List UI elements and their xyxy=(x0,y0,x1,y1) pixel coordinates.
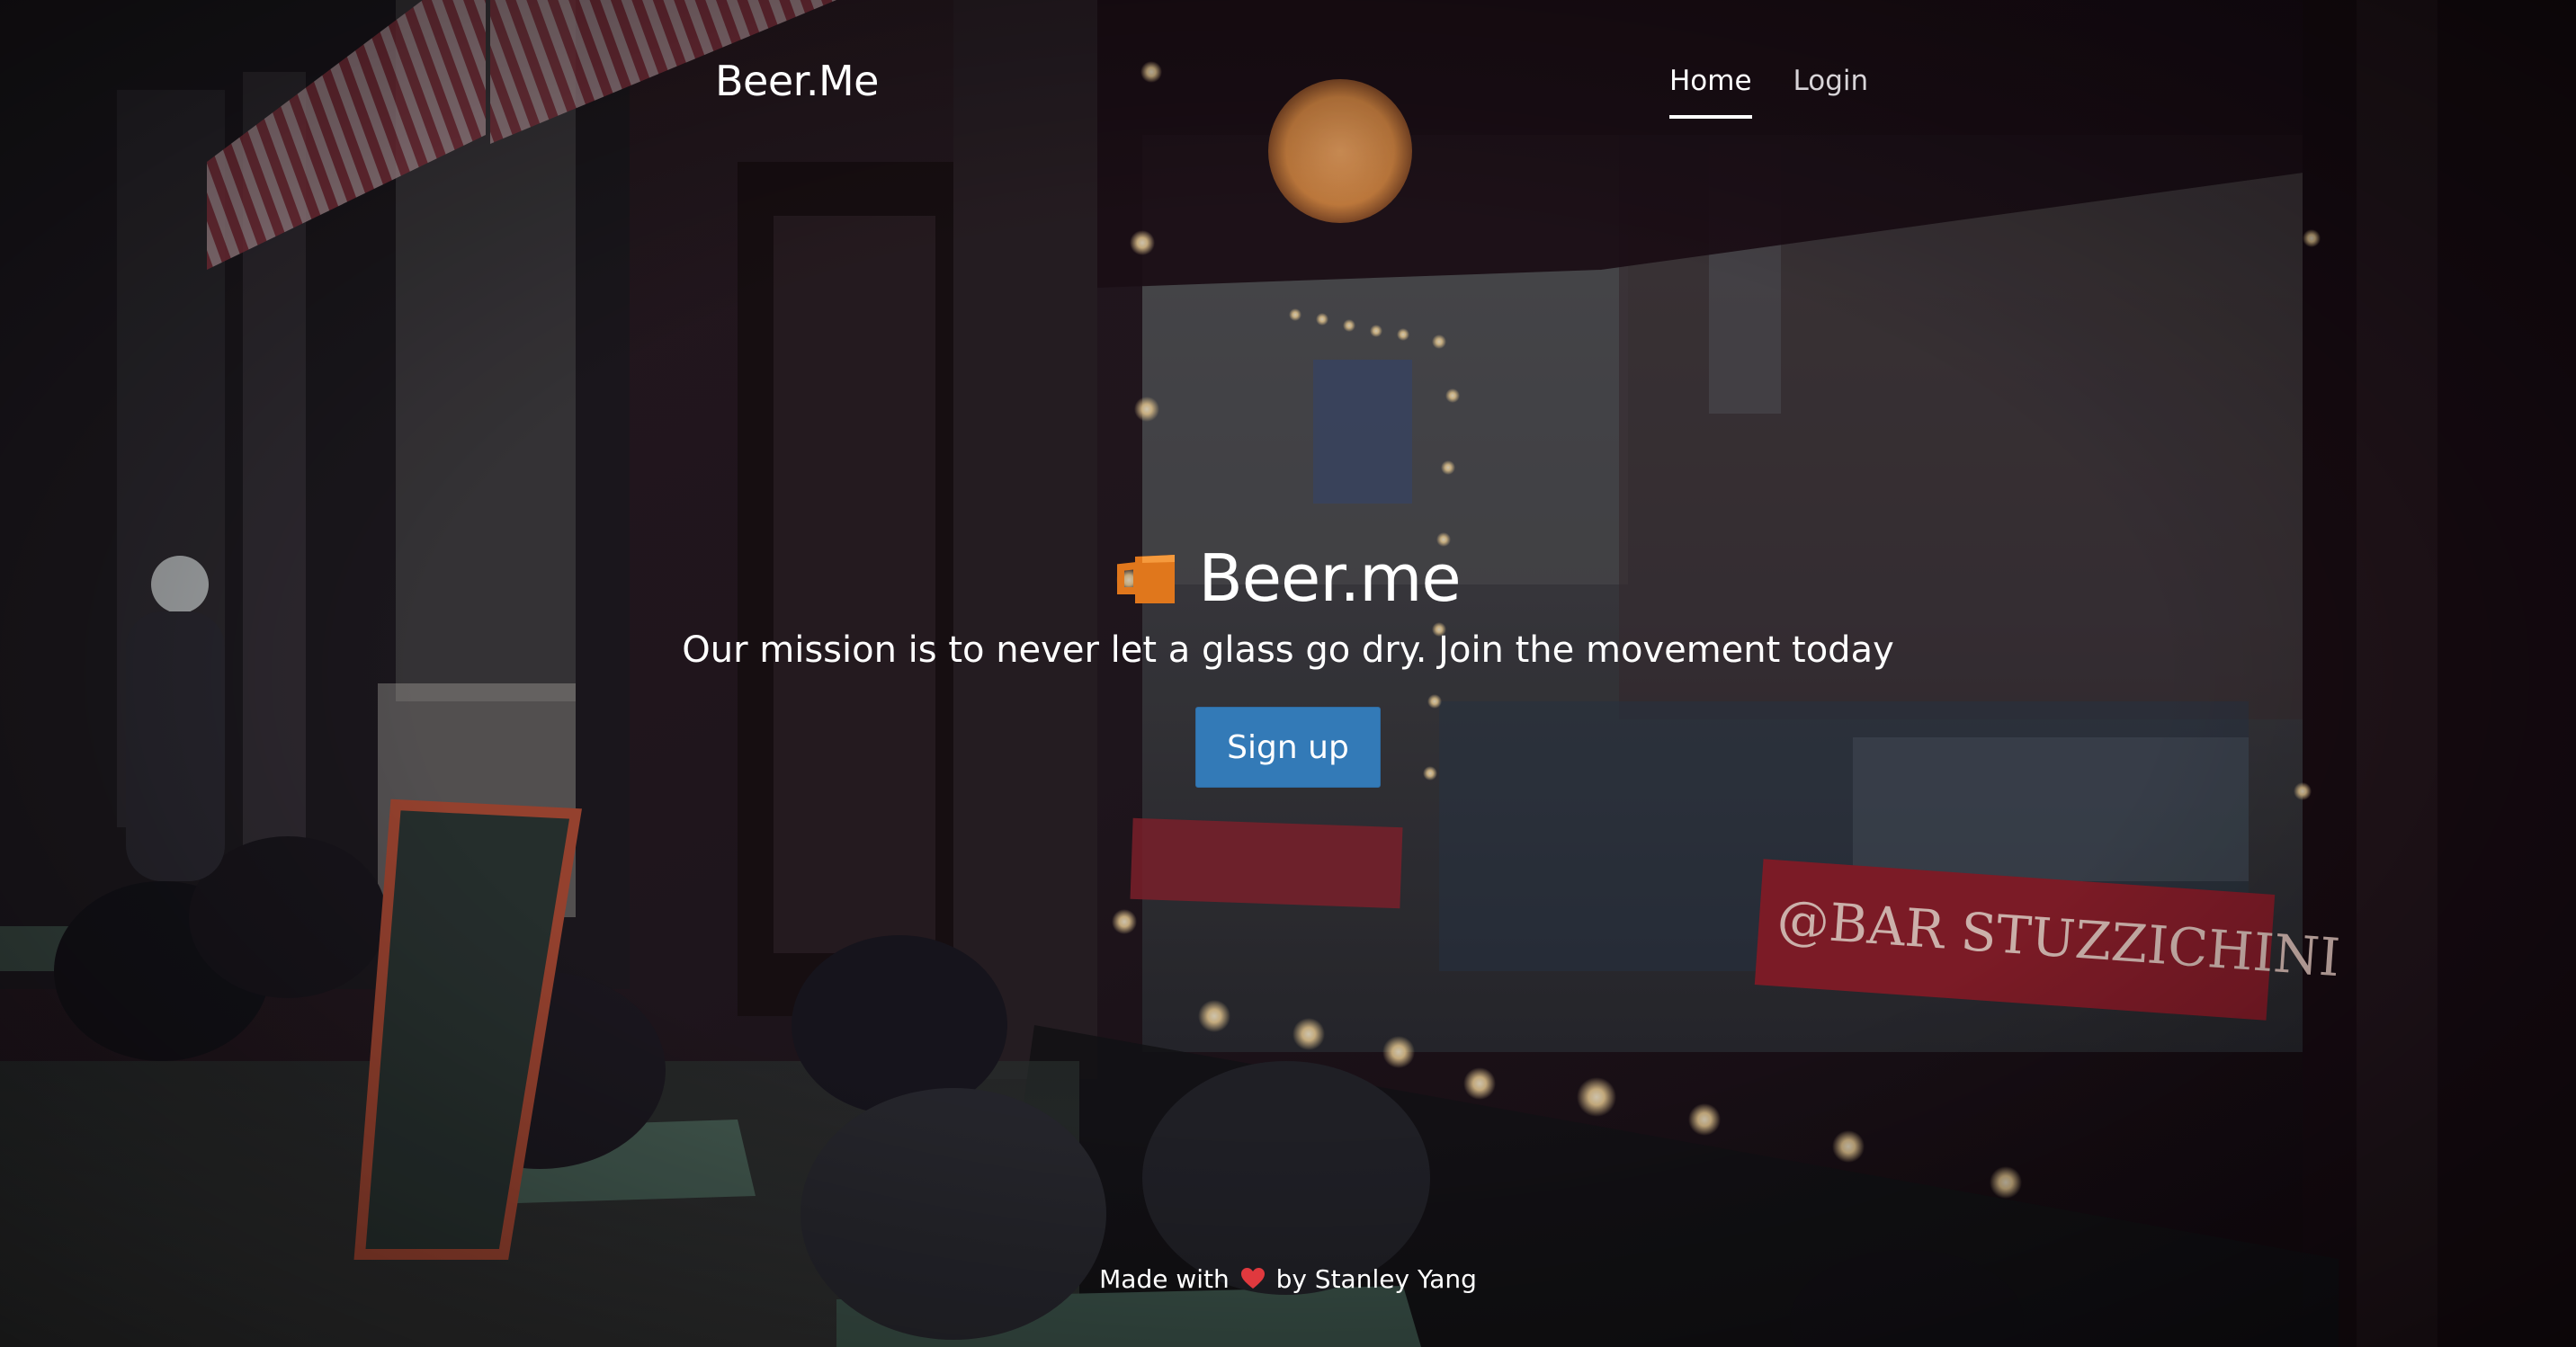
navbar-links: Home Login xyxy=(1669,63,1868,119)
landing-page: @BAR STUZZICHINI xyxy=(0,0,2576,1347)
footer-prefix: Made with xyxy=(1099,1264,1230,1294)
hero-title-text: Beer.me xyxy=(1198,540,1461,616)
beer-mug-icon xyxy=(1117,555,1176,603)
heart-icon xyxy=(1240,1268,1265,1289)
hero-section: Beer.me Our mission is to never let a gl… xyxy=(0,536,2576,788)
sign-up-button[interactable]: Sign up xyxy=(1195,707,1381,788)
hero-title: Beer.me xyxy=(1115,536,1462,620)
footer-suffix: by Stanley Yang xyxy=(1275,1264,1477,1294)
nav-link-home[interactable]: Home xyxy=(1669,63,1752,119)
navbar-brand-link[interactable]: Beer.Me xyxy=(715,56,879,106)
footer-credit: Made with by Stanley Yang xyxy=(0,1262,2576,1298)
hero-subtitle: Our mission is to never let a glass go d… xyxy=(682,629,1894,671)
nav-link-login[interactable]: Login xyxy=(1793,63,1869,119)
